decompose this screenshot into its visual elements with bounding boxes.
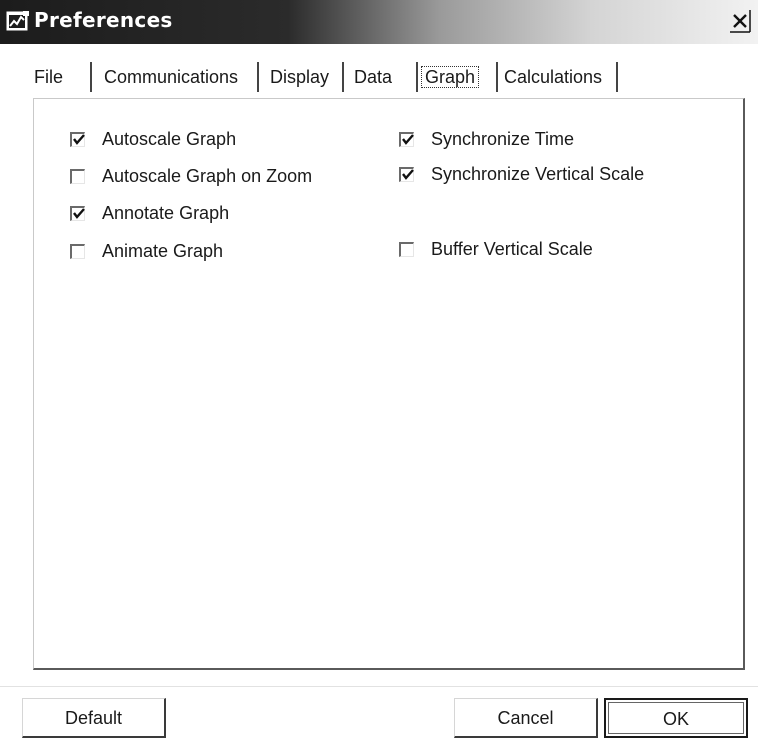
- autoscale-graph-on-zoom-checkbox[interactable]: [70, 168, 85, 184]
- tab-separator: [496, 62, 498, 92]
- tab-separator: [616, 62, 618, 92]
- window-title: Preferences: [34, 8, 173, 32]
- cancel-button[interactable]: Cancel: [454, 698, 598, 738]
- default-button[interactable]: Default: [22, 698, 166, 738]
- tab-separator: [257, 62, 259, 92]
- annotate-graph-option[interactable]: Annotate Graph: [70, 200, 229, 226]
- title-bar[interactable]: Preferences: [0, 0, 758, 44]
- animate-graph-label: Animate Graph: [102, 240, 224, 261]
- buffer-vertical-scale-checkbox[interactable]: [399, 241, 414, 257]
- autoscale-graph-option[interactable]: Autoscale Graph: [70, 126, 236, 152]
- graph-options-panel: Autoscale Graph Autoscale Graph on Zoom …: [33, 98, 745, 670]
- synchronize-vertical-scale-option[interactable]: Synchronize Vertical Scale: [399, 161, 644, 187]
- animate-graph-checkbox[interactable]: [70, 243, 85, 259]
- chart-window-icon: [6, 10, 30, 32]
- autoscale-graph-label: Autoscale Graph: [102, 128, 237, 149]
- ok-button[interactable]: OK: [604, 698, 748, 738]
- tab-separator: [342, 62, 344, 92]
- annotate-graph-checkbox[interactable]: [70, 205, 85, 221]
- synchronize-time-checkbox[interactable]: [399, 131, 414, 147]
- buffer-vertical-scale-option[interactable]: Buffer Vertical Scale: [399, 236, 593, 262]
- tab-graph[interactable]: Graph: [420, 60, 480, 94]
- synchronize-vertical-scale-checkbox[interactable]: [399, 166, 414, 182]
- tab-strip: File Communications Display Data Graph C…: [0, 60, 758, 96]
- autoscale-graph-on-zoom-label: Autoscale Graph on Zoom: [102, 165, 313, 186]
- synchronize-time-label: Synchronize Time: [431, 128, 575, 149]
- tab-separator: [416, 62, 418, 92]
- tab-calculations[interactable]: Calculations: [504, 60, 602, 94]
- tab-data[interactable]: Data: [354, 60, 392, 94]
- synchronize-time-option[interactable]: Synchronize Time: [399, 126, 574, 152]
- tab-separator: [90, 62, 92, 92]
- close-icon[interactable]: [728, 8, 752, 34]
- autoscale-graph-checkbox[interactable]: [70, 131, 85, 147]
- annotate-graph-label: Annotate Graph: [102, 202, 230, 223]
- animate-graph-option[interactable]: Animate Graph: [70, 238, 223, 264]
- bottom-divider: [0, 686, 758, 687]
- preferences-dialog: Preferences File Communications Display …: [0, 0, 758, 748]
- tab-display[interactable]: Display: [270, 60, 329, 94]
- autoscale-graph-on-zoom-option[interactable]: Autoscale Graph on Zoom: [70, 163, 312, 189]
- tab-file[interactable]: File: [34, 60, 63, 94]
- buffer-vertical-scale-label: Buffer Vertical Scale: [431, 238, 593, 259]
- tab-communications[interactable]: Communications: [104, 60, 238, 94]
- synchronize-vertical-scale-label: Synchronize Vertical Scale: [431, 163, 645, 184]
